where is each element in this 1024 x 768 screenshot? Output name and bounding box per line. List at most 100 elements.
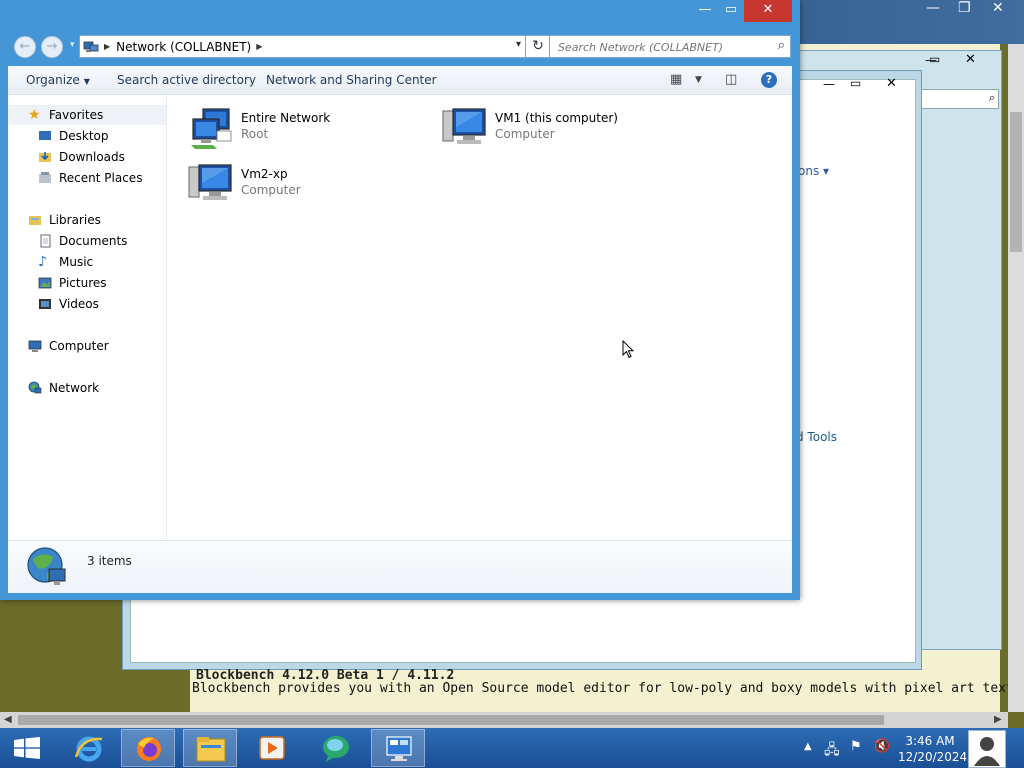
documents-icon [40,234,51,248]
search-input[interactable] [556,37,770,58]
internet-explorer-taskbar-button[interactable] [62,729,116,767]
folder-icon [196,737,226,762]
network-computer-icon [386,736,412,761]
sidebar-item-pictures[interactable]: Pictures [8,273,166,293]
breadcrumb-separator-icon[interactable]: ▶ [256,42,262,51]
sidebar-label: Desktop [59,129,109,143]
sidebar-label: Music [59,255,94,269]
breadcrumb-separator-icon[interactable]: ▶ [104,42,110,51]
organize-button[interactable]: Organize ▼ [26,73,90,87]
minimize-icon[interactable]: — [692,0,718,22]
recent-locations-chevron-icon[interactable]: ▾ [70,40,75,50]
item-name: Entire Network [241,111,331,125]
network-status-icon[interactable]: 🖧 [824,739,840,768]
bg-minimize-icon[interactable]: — [926,0,940,20]
vscroll-thumb[interactable] [1010,112,1022,252]
sidebar-label: Network [49,381,100,395]
bg-close-icon[interactable]: ✕ [992,0,1004,20]
show-hidden-icons-chevron-icon[interactable]: ▲ [804,741,812,768]
item-count: 3 items [87,554,132,568]
star-icon: ★ [28,107,41,123]
help-icon[interactable]: ? [761,72,777,88]
bg-mid-max-icon[interactable]: ▭ [850,76,861,90]
bg-fragment-ons: ons ▾ [798,164,830,178]
entire-network-icon [191,108,232,149]
sidebar-label: Videos [59,297,99,311]
explorer-panel: Organize ▼ Search active directory Networ… [8,66,792,593]
address-bar[interactable]: ▶ Network (COLLABNET) ▶ ▾ [79,35,526,58]
details-pane: 3 items [8,540,792,593]
hscroll-left-icon[interactable]: ◀ [4,714,12,725]
computer-monitor-icon [442,108,486,144]
view-options-chevron-icon[interactable]: ▼ [695,75,702,85]
taskbar: ▲ 🖧 ⚑ 🔇 3:46 AM 12/20/2024 [0,728,1024,768]
media-player-taskbar-button[interactable] [245,729,299,767]
firefox-taskbar-button[interactable] [121,729,175,767]
sidebar-item-desktop[interactable]: Desktop [8,126,166,146]
network-item-entire-network[interactable]: Entire Network Root [187,107,417,153]
network-item-vm1[interactable]: VM1 (this computer) Computer [441,107,671,153]
bg-restore-icon[interactable]: ❐ [958,0,971,20]
close-icon[interactable]: ✕ [744,0,792,22]
address-dropdown-icon[interactable]: ▾ [516,39,521,50]
bg-back-search-icon: ⌕ [988,91,995,104]
back-arrow-icon[interactable]: ← [14,36,36,58]
sidebar-item-libraries[interactable]: Libraries [8,210,166,230]
maximize-icon[interactable]: ▭ [718,0,744,22]
bg-back-close-icon[interactable]: ✕ [965,52,976,67]
address-path[interactable]: Network (COLLABNET) [116,40,251,54]
bg-fragment-tools: d Tools [796,430,837,444]
page-horizontal-scrollbar[interactable]: ◀ ▶ [0,712,1008,728]
search-box[interactable]: ⌕ [549,35,791,58]
preview-pane-icon[interactable]: ◫ [725,72,737,87]
network-location-icon [83,41,99,52]
sidebar-label: Downloads [59,150,125,164]
sidebar-item-network[interactable]: Network [8,378,166,398]
forward-arrow-icon[interactable]: → [41,36,63,58]
search-icon[interactable]: ⌕ [778,38,785,53]
sidebar-item-recent-places[interactable]: Recent Places [8,168,166,188]
volume-muted-icon[interactable]: 🔇 [874,739,890,768]
refresh-icon[interactable]: ↻ [525,35,551,58]
change-view-icon[interactable]: ▦ [670,72,682,87]
hscroll-thumb[interactable] [18,715,884,725]
libraries-icon [29,216,41,225]
sidebar-label: Pictures [59,276,107,290]
user-avatar[interactable] [968,730,1006,768]
bg-mid-min-icon[interactable]: — [823,77,835,91]
bg-back-max-icon[interactable]: ▭ [929,52,940,66]
explorer-window: — ▭ ✕ ← → ▾ ▶ Network (COLLABNET) ▶ ▾ ↻ … [0,0,800,600]
sidebar-item-documents[interactable]: Documents [8,231,166,251]
chat-app-taskbar-button[interactable] [309,729,363,767]
search-active-directory-button[interactable]: Search active directory [117,73,256,87]
sidebar-item-downloads[interactable]: Downloads [8,147,166,167]
network-sharing-center-button[interactable]: Network and Sharing Center [266,73,437,87]
file-explorer-taskbar-button[interactable] [183,729,237,767]
network-window-taskbar-button[interactable] [371,729,425,767]
sidebar-item-music[interactable]: ♪ Music [8,252,166,272]
computer-monitor-icon [188,164,232,200]
network-item-vm2-xp[interactable]: Vm2-xp Computer [187,163,417,209]
organize-chevron-icon: ▼ [83,77,90,86]
system-clock[interactable]: 3:46 AM 12/20/2024 [898,733,967,765]
page-vertical-scrollbar[interactable] [1008,44,1024,712]
clock-time: 3:46 AM [905,734,955,748]
hscroll-right-icon[interactable]: ▶ [994,714,1002,725]
sidebar-item-computer[interactable]: Computer [8,336,166,356]
item-name: Vm2-xp [241,167,288,181]
user-silhouette-icon [974,737,1000,766]
action-center-flag-icon[interactable]: ⚑ [850,739,862,768]
sidebar-label: Computer [49,339,109,353]
sidebar-item-videos[interactable]: Videos [8,294,166,314]
bg-mid-close-icon[interactable]: ✕ [886,76,897,91]
item-type: Root [241,127,269,141]
bg-back-search[interactable]: ⌕ [917,89,999,109]
title-bar[interactable]: — ▭ ✕ [0,0,800,26]
sidebar-label: Recent Places [59,171,143,185]
item-name: VM1 (this computer) [495,111,618,125]
network-globe-icon [28,381,42,394]
music-note-icon: ♪ [38,254,47,270]
windows-start-icon[interactable] [14,737,40,759]
sidebar-label: Favorites [49,108,104,122]
sidebar-item-favorites[interactable]: ★ Favorites [8,105,166,125]
